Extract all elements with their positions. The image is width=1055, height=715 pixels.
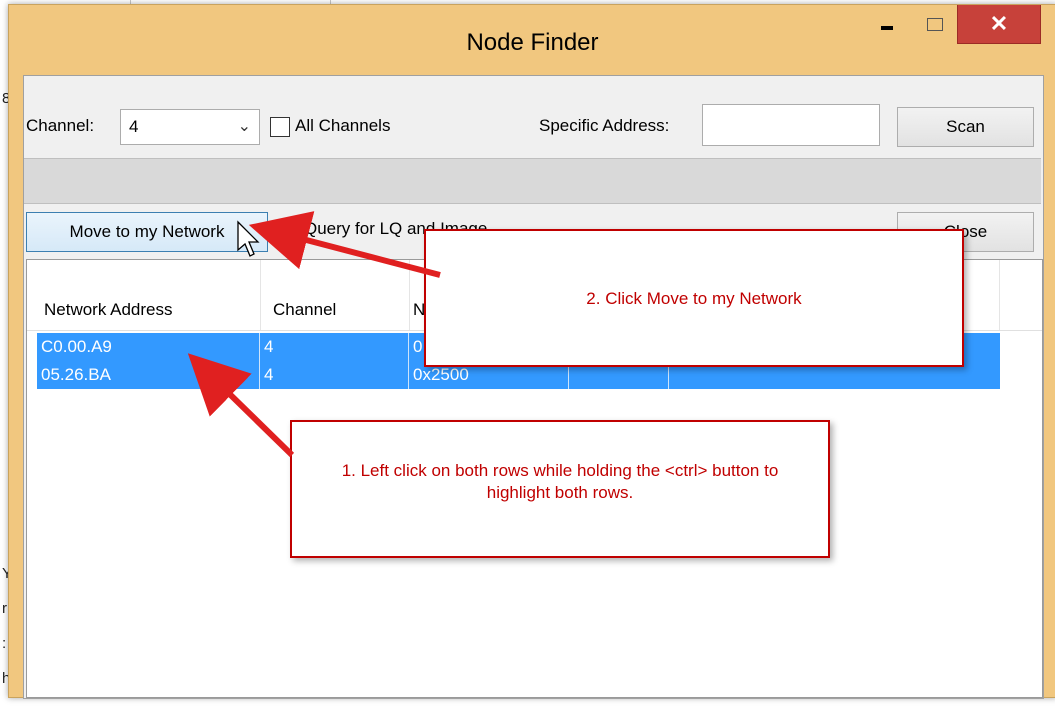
arrow-step-1: [187, 353, 295, 458]
annotation-arrows: [187, 211, 441, 458]
arrow-step-2: [248, 211, 441, 278]
